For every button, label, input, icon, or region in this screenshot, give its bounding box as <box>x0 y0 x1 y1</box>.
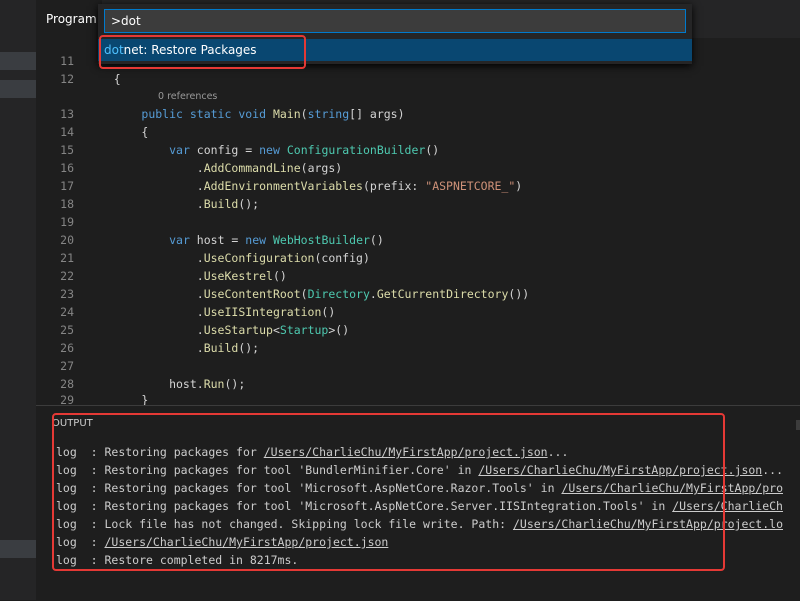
highlight-box-command <box>99 35 306 69</box>
code-line: 14 { <box>60 125 149 139</box>
code-line: 21 .UseConfiguration(config) <box>60 251 370 265</box>
sidebar-item[interactable] <box>0 540 36 558</box>
code-line: 13 public static void Main(string[] args… <box>60 107 405 121</box>
code-line: 12 { <box>60 72 121 86</box>
code-line: 27 <box>60 359 74 373</box>
code-line: 23 .UseContentRoot(Directory.GetCurrentD… <box>60 287 530 301</box>
panel-action-icon[interactable] <box>796 420 800 430</box>
codelens-references[interactable]: 0 references <box>158 91 217 102</box>
code-line: 22 .UseKestrel() <box>60 269 287 283</box>
code-line: 26 .Build(); <box>60 341 260 355</box>
command-palette-input[interactable]: >dot <box>104 9 686 33</box>
code-line: 20 var host = new WebHostBuilder() <box>60 233 384 247</box>
code-line: 29 } <box>60 393 149 405</box>
code-line: 18 .Build(); <box>60 197 260 211</box>
code-line: 15 var config = new ConfigurationBuilder… <box>60 143 440 157</box>
code-line: 25 .UseStartup<Startup>() <box>60 323 350 337</box>
code-line: 17 .AddEnvironmentVariables(prefix: "ASP… <box>60 179 523 193</box>
sidebar-selected-item[interactable] <box>0 52 36 70</box>
code-line: 19 <box>60 215 74 229</box>
tab-program[interactable]: Program <box>36 0 102 38</box>
code-line: 11 <box>60 54 74 68</box>
sidebar-item[interactable] <box>0 80 36 98</box>
code-line: 28 host.Run(); <box>60 377 246 391</box>
highlight-box-output <box>52 413 725 571</box>
code-line: 16 .AddCommandLine(args) <box>60 161 343 175</box>
code-line: 24 .UseIISIntegration() <box>60 305 336 319</box>
activity-sidebar <box>0 0 36 600</box>
